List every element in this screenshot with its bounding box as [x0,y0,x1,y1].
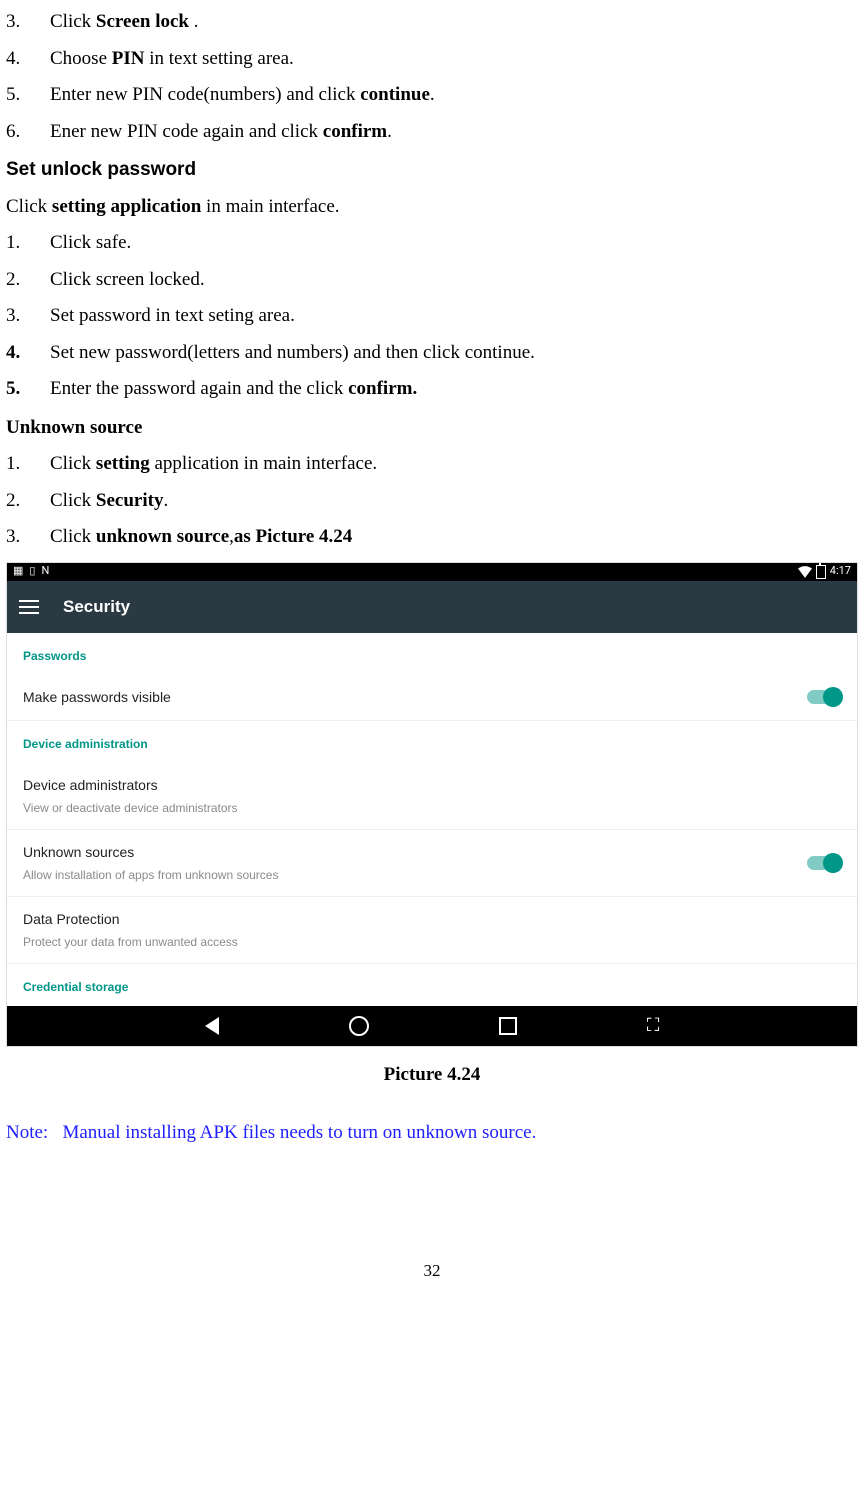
row-device-administrators[interactable]: Device administrators View or deactivate… [7,763,857,830]
list-item: 5. Enter new PIN code(numbers) and click… [6,81,858,110]
list-item: 3. Set password in text seting area. [6,302,858,331]
item-text: Click Screen lock . [50,8,858,37]
row-unknown-sources[interactable]: Unknown sources Allow installation of ap… [7,830,857,897]
list-item: 4. Set new password(letters and numbers)… [6,339,858,368]
recent-apps-icon[interactable] [499,1017,517,1035]
list-item: 6. Ener new PIN code again and click con… [6,118,858,147]
battery-icon [816,565,826,579]
toggle-on-icon[interactable] [807,690,841,704]
ordered-list-b: 1. Click safe. 2. Click screen locked. 3… [6,229,858,404]
wifi-icon [798,566,812,578]
item-number: 5. [6,81,50,110]
item-number: 3. [6,523,50,552]
sd-icon: ▯ [29,563,35,580]
item-number: 3. [6,302,50,331]
status-bar: ▦ ▯ N 4:17 [7,563,857,581]
item-text: Set password in text seting area. [50,302,858,331]
item-number: 2. [6,487,50,516]
item-text: Click safe. [50,229,858,258]
row-title: Make passwords visible [23,687,807,708]
row-subtitle: View or deactivate device administrators [23,799,841,817]
screenshot-icon[interactable]: ⛶ [647,1012,660,1039]
item-number: 1. [6,229,50,258]
list-item: 2. Click screen locked. [6,266,858,295]
item-text: Enter new PIN code(numbers) and click co… [50,81,858,110]
item-text: Click unknown source,as Picture 4.24 [50,523,858,552]
list-item: 1. Click safe. [6,229,858,258]
item-text: Choose PIN in text setting area. [50,45,858,74]
note-text: Note: Manual installing APK files needs … [6,1119,858,1148]
item-number: 4. [6,339,50,368]
list-item: 5. Enter the password again and the clic… [6,375,858,404]
row-subtitle: Allow installation of apps from unknown … [23,866,807,884]
settings-content: Passwords Make passwords visible Device … [7,633,857,1006]
list-item: 3. Click Screen lock . [6,8,858,37]
list-item: 3. Click unknown source,as Picture 4.24 [6,523,858,552]
ordered-list-a: 3. Click Screen lock . 4. Choose PIN in … [6,8,858,146]
item-text: Click Security. [50,487,858,516]
section-device-administration: Device administration [7,721,857,763]
back-icon[interactable] [205,1017,219,1035]
row-title: Unknown sources [23,842,807,863]
heading-set-unlock-password: Set unlock password [6,156,858,185]
list-item: 2. Click Security. [6,487,858,516]
row-data-protection[interactable]: Data Protection Protect your data from u… [7,897,857,964]
item-number: 1. [6,450,50,479]
item-number: 4. [6,45,50,74]
item-text: Set new password(letters and numbers) an… [50,339,858,368]
item-number: 2. [6,266,50,295]
app-bar-title: Security [63,594,130,620]
item-text: Enter the password again and the click c… [50,375,858,404]
android-screenshot: ▦ ▯ N 4:17 Security Passwords Make passw… [6,562,858,1047]
row-make-passwords-visible[interactable]: Make passwords visible [7,675,857,721]
section-passwords: Passwords [7,633,857,675]
list-item: 1. Click setting application in main int… [6,450,858,479]
figure-caption: Picture 4.24 [6,1061,858,1090]
app-bar: Security [7,581,857,633]
row-subtitle: Protect your data from unwanted access [23,933,841,951]
row-title: Data Protection [23,909,841,930]
status-time: 4:17 [830,563,851,580]
status-left: ▦ ▯ N [13,563,49,580]
note-label: Note: [6,1122,48,1143]
heading-unknown-source: Unknown source [6,414,858,443]
note-body: Manual installing APK files needs to tur… [62,1122,536,1143]
toggle-on-icon[interactable] [807,856,841,870]
item-text: Ener new PIN code again and click confir… [50,118,858,147]
ordered-list-c: 1. Click setting application in main int… [6,450,858,552]
item-text: Click screen locked. [50,266,858,295]
hamburger-icon[interactable] [19,600,39,614]
gallery-icon: ▦ [13,563,23,580]
item-number: 3. [6,8,50,37]
item-number: 5. [6,375,50,404]
navigation-bar: ⛶ [7,1006,857,1046]
paragraph: Click setting application in main interf… [6,193,858,222]
list-item: 4. Choose PIN in text setting area. [6,45,858,74]
row-title: Device administrators [23,775,841,796]
item-text: Click setting application in main interf… [50,450,858,479]
item-number: 6. [6,118,50,147]
status-right: 4:17 [798,563,851,580]
home-icon[interactable] [349,1016,369,1036]
n-icon: N [41,563,49,580]
page-number: 32 [6,1258,858,1284]
section-credential-storage: Credential storage [7,964,857,1006]
